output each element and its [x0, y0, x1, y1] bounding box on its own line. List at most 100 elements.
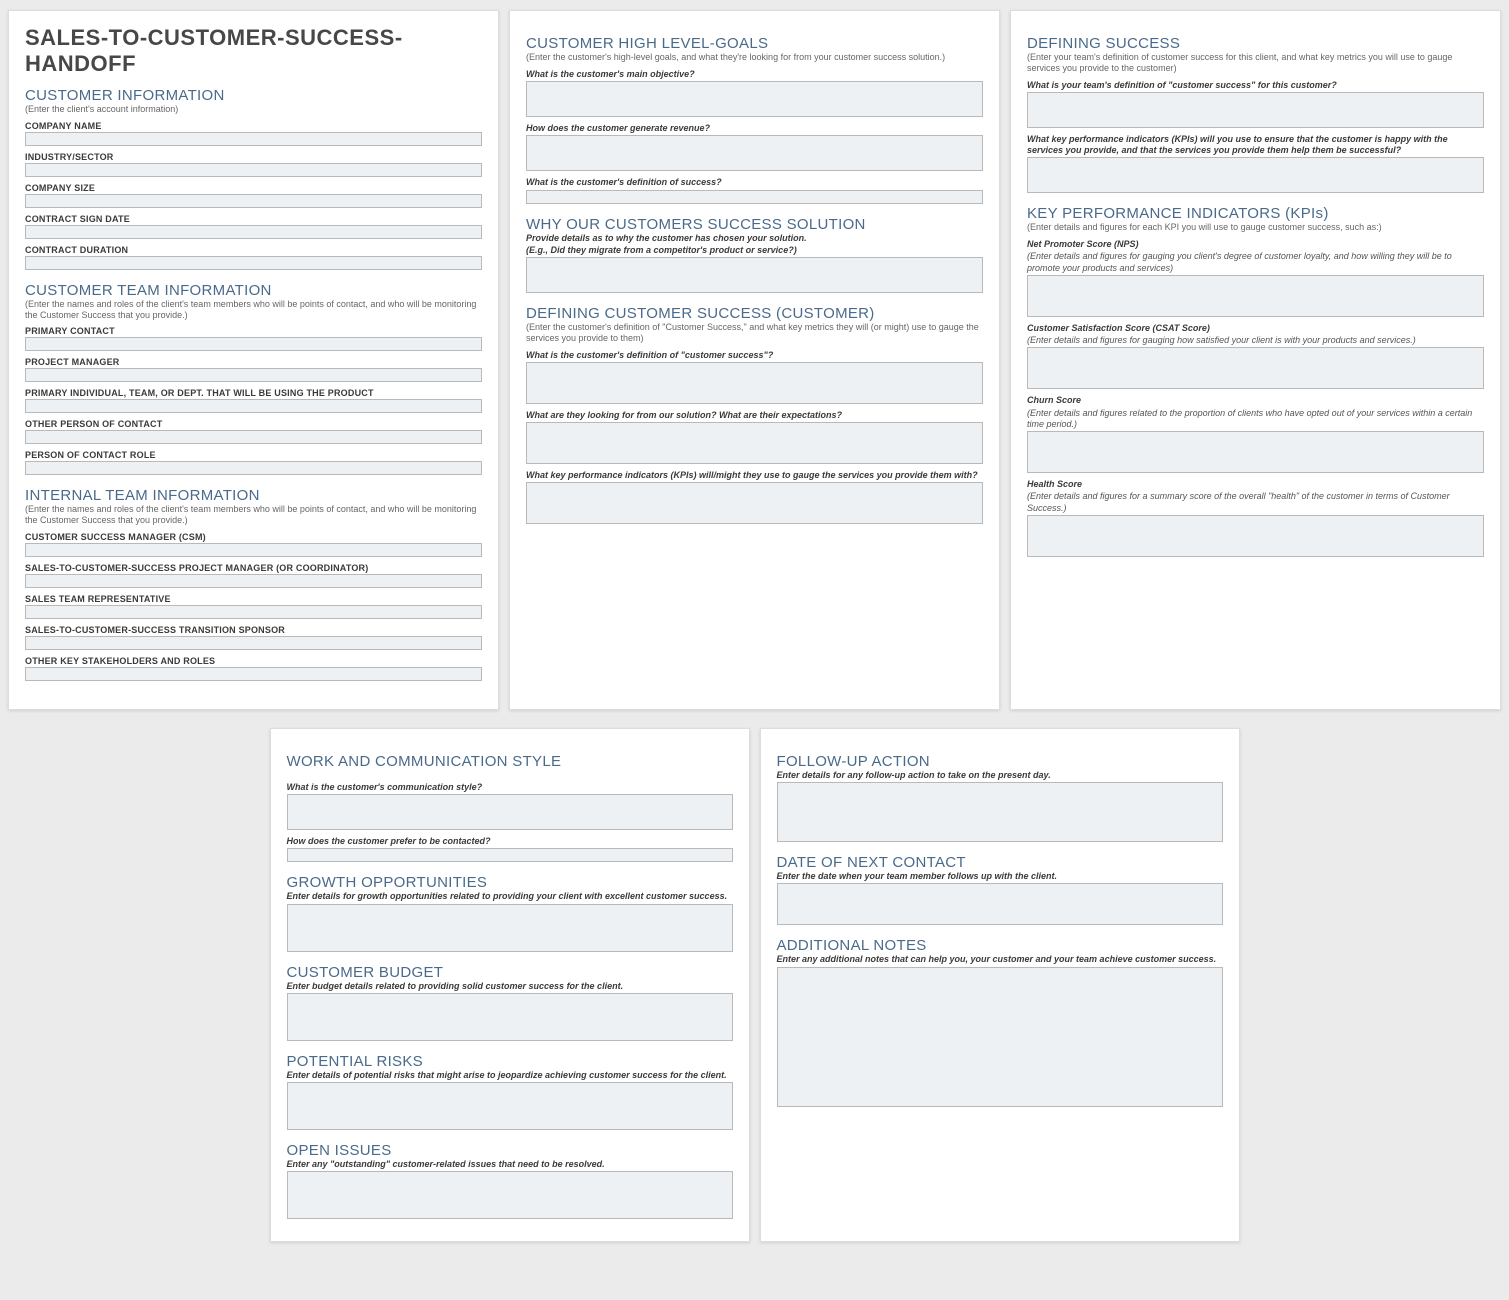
prompt-notes: Enter any additional notes that can help…: [777, 954, 1223, 965]
section-kpi-sub: (Enter details and figures for each KPI …: [1027, 222, 1484, 233]
input-csat[interactable]: [1027, 347, 1484, 389]
label-industry: INDUSTRY/SECTOR: [25, 152, 482, 162]
input-company-name[interactable]: [25, 132, 482, 146]
section-notes: ADDITIONAL NOTES: [777, 937, 1223, 954]
note-churn: (Enter details and figures related to th…: [1027, 408, 1484, 431]
note-csat: (Enter details and figures for gauging h…: [1027, 335, 1484, 346]
input-why-solution[interactable]: [526, 257, 983, 293]
section-customer-info: CUSTOMER INFORMATION: [25, 87, 482, 104]
doc-row-1: SALES-TO-CUSTOMER-SUCCESS-HANDOFF CUSTOM…: [8, 10, 1501, 710]
input-churn[interactable]: [1027, 431, 1484, 473]
input-health[interactable]: [1027, 515, 1484, 557]
input-primary-contact[interactable]: [25, 337, 482, 351]
label-duration: CONTRACT DURATION: [25, 245, 482, 255]
prompt-why1: Provide details as to why the customer h…: [526, 233, 983, 244]
label-health: Health Score: [1027, 479, 1484, 490]
section-open-issues: OPEN ISSUES: [287, 1142, 733, 1159]
panel-followup: FOLLOW-UP ACTION Enter details for any f…: [760, 728, 1240, 1243]
input-notes[interactable]: [777, 967, 1223, 1107]
input-company-size[interactable]: [25, 194, 482, 208]
label-company-name: COMPANY NAME: [25, 121, 482, 131]
section-customer-team-sub: (Enter the names and roles of the client…: [25, 299, 482, 321]
section-def-customer-sub: (Enter the customer's definition of "Cus…: [526, 322, 983, 344]
section-kpi: KEY PERFORMANCE INDICATORS (KPIs): [1027, 205, 1484, 222]
section-risks: POTENTIAL RISKS: [287, 1053, 733, 1070]
input-duration[interactable]: [25, 256, 482, 270]
prompt-contact-pref: How does the customer prefer to be conta…: [287, 836, 733, 847]
input-risks[interactable]: [287, 1082, 733, 1130]
section-growth: GROWTH OPPORTUNITIES: [287, 874, 733, 891]
input-comm-style[interactable]: [287, 794, 733, 830]
input-team-kpi[interactable]: [1027, 157, 1484, 193]
label-primary-individual: PRIMARY INDIVIDUAL, TEAM, OR DEPT. THAT …: [25, 388, 482, 398]
section-budget: CUSTOMER BUDGET: [287, 964, 733, 981]
input-open[interactable]: [287, 1171, 733, 1219]
label-contact-role: PERSON OF CONTACT ROLE: [25, 450, 482, 460]
label-sales-rep: SALES TEAM REPRESENTATIVE: [25, 594, 482, 604]
label-churn: Churn Score: [1027, 395, 1484, 406]
input-other-contact[interactable]: [25, 430, 482, 444]
section-defining-success-sub: (Enter your team's definition of custome…: [1027, 52, 1484, 74]
prompt-dc3: What key performance indicators (KPIs) w…: [526, 470, 983, 481]
label-primary-contact: PRIMARY CONTACT: [25, 326, 482, 336]
section-work-style: WORK AND COMMUNICATION STYLE: [287, 753, 733, 770]
input-dc1[interactable]: [526, 362, 983, 404]
input-budget[interactable]: [287, 993, 733, 1041]
label-nps: Net Promoter Score (NPS): [1027, 239, 1484, 250]
input-contact-pref[interactable]: [287, 848, 733, 862]
input-stakeholders[interactable]: [25, 667, 482, 681]
input-followup[interactable]: [777, 782, 1223, 842]
prompt-risks: Enter details of potential risks that mi…: [287, 1070, 733, 1081]
doc-title: SALES-TO-CUSTOMER-SUCCESS-HANDOFF: [25, 25, 482, 77]
prompt-comm-style: What is the customer's communication sty…: [287, 782, 733, 793]
input-industry[interactable]: [25, 163, 482, 177]
input-growth[interactable]: [287, 904, 733, 952]
input-def-success[interactable]: [526, 190, 983, 204]
note-nps: (Enter details and figures for gauging y…: [1027, 251, 1484, 274]
prompt-followup: Enter details for any follow-up action t…: [777, 770, 1223, 781]
section-next-contact: DATE OF NEXT CONTACT: [777, 854, 1223, 871]
label-other-contact: OTHER PERSON OF CONTACT: [25, 419, 482, 429]
note-health: (Enter details and figures for a summary…: [1027, 491, 1484, 514]
prompt-growth: Enter details for growth opportunities r…: [287, 891, 733, 902]
prompt-revenue: How does the customer generate revenue?: [526, 123, 983, 134]
input-csm[interactable]: [25, 543, 482, 557]
panel-work-style: WORK AND COMMUNICATION STYLE What is the…: [270, 728, 750, 1243]
input-pmc[interactable]: [25, 574, 482, 588]
input-next[interactable]: [777, 883, 1223, 925]
prompt-team-def: What is your team's definition of "custo…: [1027, 80, 1484, 91]
input-project-manager[interactable]: [25, 368, 482, 382]
section-internal-team-sub: (Enter the names and roles of the client…: [25, 504, 482, 526]
label-csat: Customer Satisfaction Score (CSAT Score): [1027, 323, 1484, 334]
section-followup: FOLLOW-UP ACTION: [777, 753, 1223, 770]
panel-defining-success: DEFINING SUCCESS (Enter your team's defi…: [1010, 10, 1501, 710]
doc-row-2: WORK AND COMMUNICATION STYLE What is the…: [8, 728, 1501, 1243]
prompt-open: Enter any "outstanding" customer-related…: [287, 1159, 733, 1170]
input-sales-rep[interactable]: [25, 605, 482, 619]
input-primary-individual[interactable]: [25, 399, 482, 413]
label-sponsor: SALES-TO-CUSTOMER-SUCCESS TRANSITION SPO…: [25, 625, 482, 635]
prompt-why2: (E.g., Did they migrate from a competito…: [526, 245, 983, 256]
label-pmc: SALES-TO-CUSTOMER-SUCCESS PROJECT MANAGE…: [25, 563, 482, 573]
input-sponsor[interactable]: [25, 636, 482, 650]
section-internal-team: INTERNAL TEAM INFORMATION: [25, 487, 482, 504]
prompt-def-success: What is the customer's definition of suc…: [526, 177, 983, 188]
prompt-next: Enter the date when your team member fol…: [777, 871, 1223, 882]
input-nps[interactable]: [1027, 275, 1484, 317]
input-team-def[interactable]: [1027, 92, 1484, 128]
panel-customer-info: SALES-TO-CUSTOMER-SUCCESS-HANDOFF CUSTOM…: [8, 10, 499, 710]
input-sign-date[interactable]: [25, 225, 482, 239]
section-high-level-goals: CUSTOMER HIGH LEVEL-GOALS: [526, 35, 983, 52]
prompt-team-kpi: What key performance indicators (KPIs) w…: [1027, 134, 1484, 157]
input-revenue[interactable]: [526, 135, 983, 171]
section-defining-success: DEFINING SUCCESS: [1027, 35, 1484, 52]
label-csm: CUSTOMER SUCCESS MANAGER (CSM): [25, 532, 482, 542]
section-customer-team: CUSTOMER TEAM INFORMATION: [25, 282, 482, 299]
label-project-manager: PROJECT MANAGER: [25, 357, 482, 367]
section-why-solution: WHY OUR CUSTOMERS SUCCESS SOLUTION: [526, 216, 983, 233]
input-dc3[interactable]: [526, 482, 983, 524]
prompt-dc2: What are they looking for from our solut…: [526, 410, 983, 421]
input-contact-role[interactable]: [25, 461, 482, 475]
input-dc2[interactable]: [526, 422, 983, 464]
input-main-objective[interactable]: [526, 81, 983, 117]
